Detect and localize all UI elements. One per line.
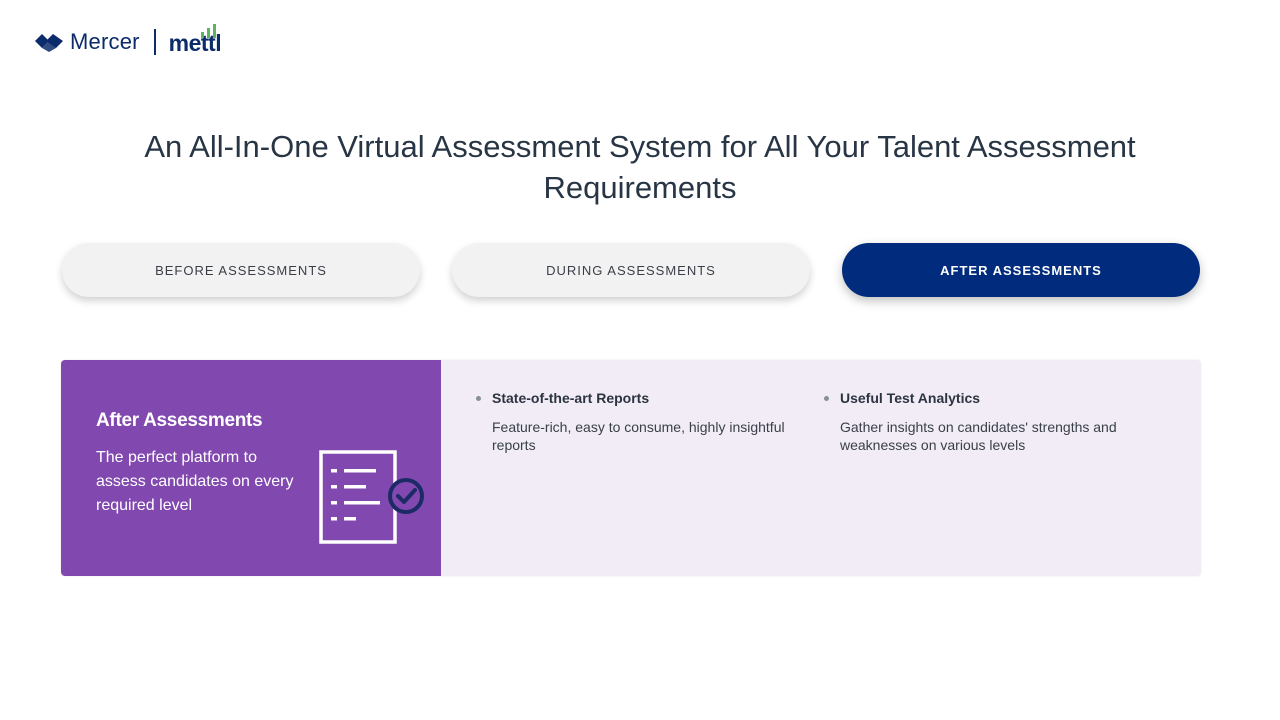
feature-title-row: Useful Test Analytics — [824, 390, 1134, 406]
bullet-icon — [824, 395, 829, 401]
page: Mercer mettl An All-In-One Virtual Asses… — [0, 0, 1280, 720]
feature-analytics: Useful Test Analytics Gather insights on… — [824, 390, 1134, 454]
page-title-line-1: An All-In-One Virtual Assessment System … — [144, 129, 1136, 164]
bullet-icon — [476, 395, 481, 401]
tab-after-assessments[interactable]: AFTER ASSESSMENTS — [842, 243, 1200, 297]
panel-features: State-of-the-art Reports Feature-rich, e… — [441, 360, 1201, 576]
mettl-logo: mettl — [169, 24, 222, 58]
mercer-logo-text: Mercer — [70, 29, 140, 54]
page-title-line-2: Requirements — [543, 170, 737, 205]
tab-during-assessments[interactable]: DURING ASSESSMENTS — [452, 243, 810, 297]
page-title: An All-In-One Virtual Assessment System … — [0, 126, 1280, 208]
logo-divider — [153, 29, 156, 55]
assessment-panel: After Assessments The perfect platform t… — [61, 360, 1201, 576]
feature-description: Feature-rich, easy to consume, highly in… — [492, 419, 785, 453]
panel-description: The perfect platform to assess candidate… — [96, 449, 294, 514]
mettl-bars-icon — [201, 24, 217, 38]
checklist-check-icon — [319, 450, 424, 544]
panel-summary: After Assessments The perfect platform t… — [61, 360, 441, 576]
feature-description: Gather insights on candidates' strengths… — [840, 419, 1117, 453]
feature-reports: State-of-the-art Reports Feature-rich, e… — [476, 390, 786, 454]
feature-title-row: State-of-the-art Reports — [476, 390, 786, 406]
feature-title: Useful Test Analytics — [840, 390, 981, 406]
logo-bar[interactable]: Mercer mettl — [34, 22, 222, 62]
feature-title: State-of-the-art Reports — [492, 390, 650, 406]
panel-title: After Assessments — [96, 410, 263, 431]
tab-before-assessments[interactable]: BEFORE ASSESSMENTS — [62, 243, 420, 297]
mercer-logo-icon — [34, 32, 64, 52]
